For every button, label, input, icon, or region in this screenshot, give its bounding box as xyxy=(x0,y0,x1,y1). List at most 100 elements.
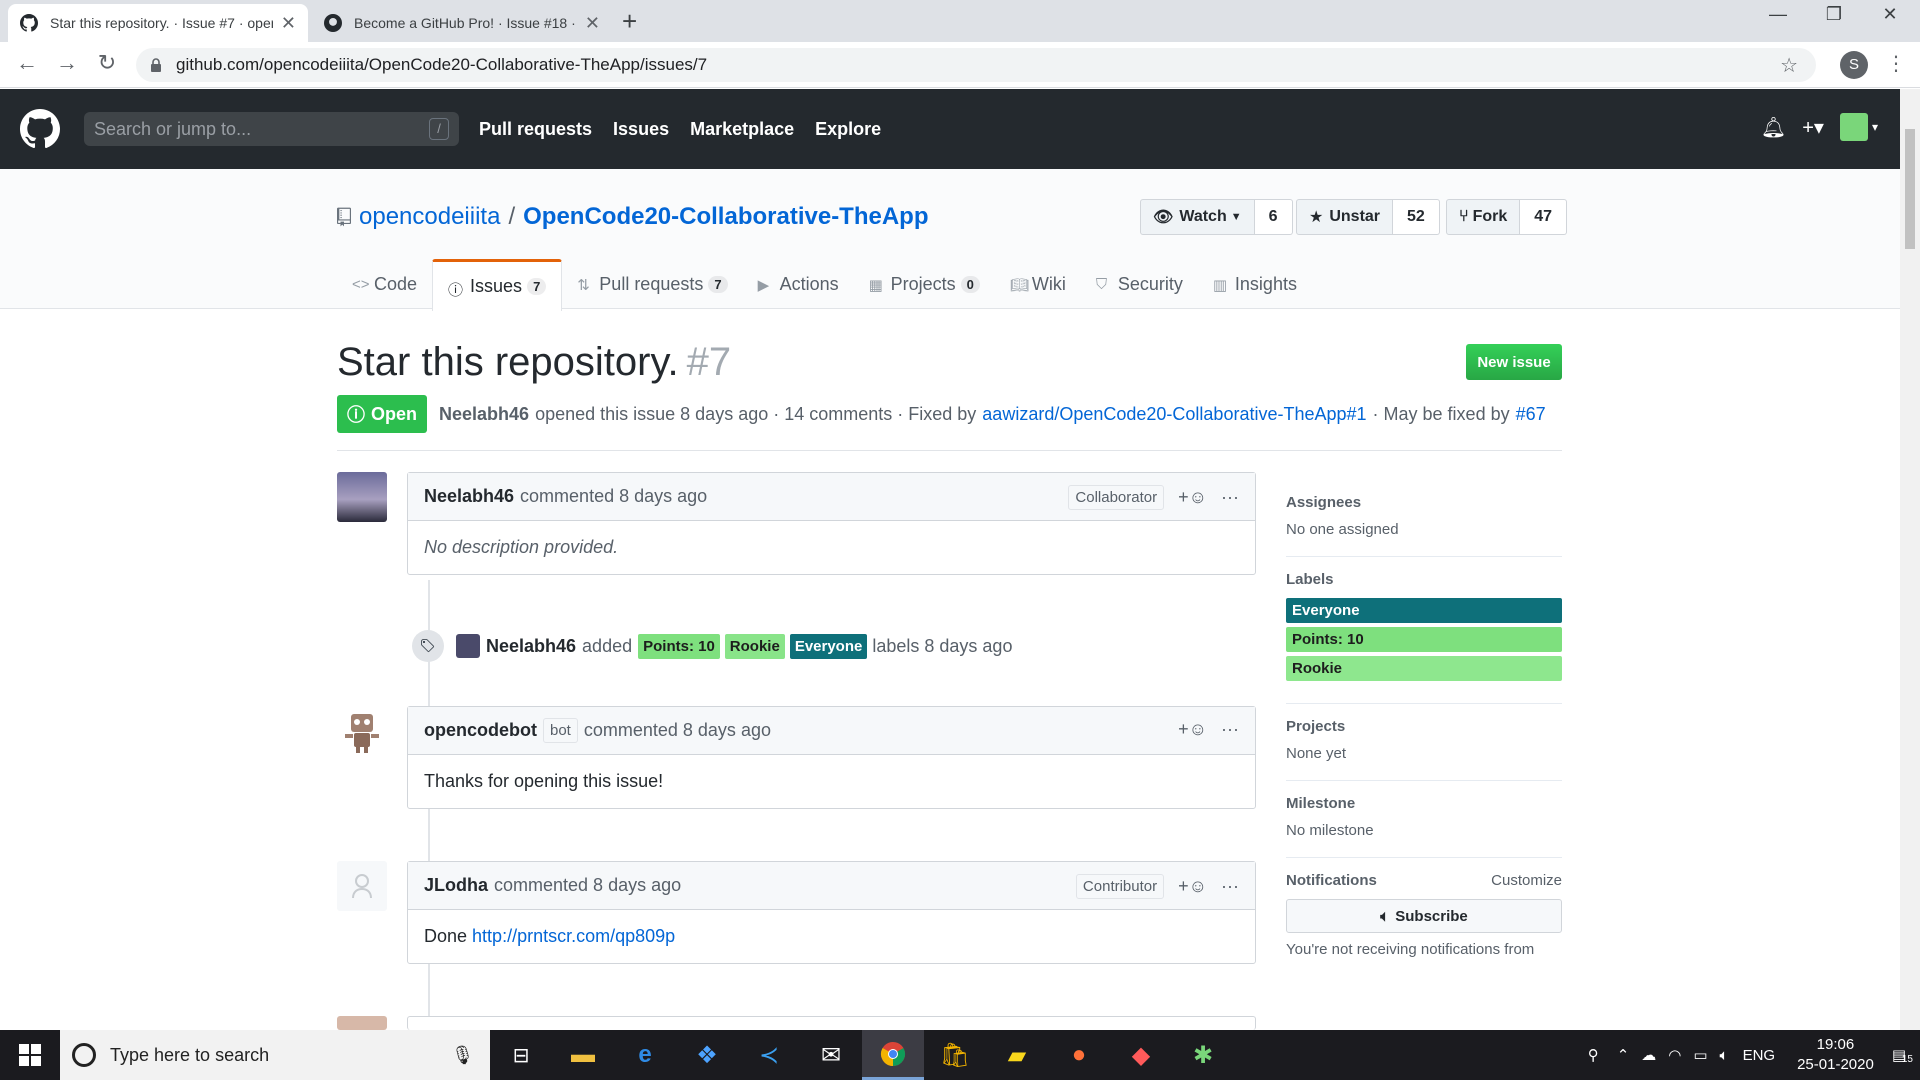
more-options-icon[interactable]: ··· xyxy=(1221,876,1239,897)
add-reaction-icon[interactable]: +☺ xyxy=(1178,719,1207,740)
comment-author[interactable]: JLodha xyxy=(424,875,488,896)
comment-timestamp[interactable]: commented 8 days ago xyxy=(584,720,771,741)
tab-pull-requests[interactable]: ⇅ Pull requests 7 xyxy=(562,259,742,309)
maybe-fixed-link[interactable]: #67 xyxy=(1516,404,1546,425)
plus-dropdown-icon[interactable]: +▾ xyxy=(1802,115,1824,140)
watch-button[interactable]: 👁︎ Watch ▼ xyxy=(1140,199,1255,235)
sidebar-heading[interactable]: Projects xyxy=(1286,718,1562,735)
sidebar-heading[interactable]: Assignees xyxy=(1286,494,1562,511)
new-issue-button[interactable]: New issue xyxy=(1466,344,1562,380)
page-scrollbar[interactable] xyxy=(1900,89,1920,1030)
label-everyone[interactable]: Everyone xyxy=(789,633,868,659)
star-count[interactable]: 52 xyxy=(1393,199,1440,235)
nav-issues[interactable]: Issues xyxy=(613,119,669,140)
customize-link[interactable]: Customize xyxy=(1491,872,1562,889)
mail-icon[interactable]: ✉ xyxy=(800,1030,862,1080)
tab-insights[interactable]: ▥ Insights xyxy=(1198,259,1312,309)
repo-name-link[interactable]: OpenCode20-Collaborative-TheApp xyxy=(523,203,928,231)
subscribe-button[interactable]: 🔈︎ Subscribe xyxy=(1286,899,1562,933)
more-options-icon[interactable]: ··· xyxy=(1221,487,1239,508)
close-window-icon[interactable]: ✕ xyxy=(1860,4,1920,25)
volume-icon[interactable]: 🔈︎ xyxy=(1720,1047,1729,1064)
tab-code[interactable]: <> Code xyxy=(337,259,432,309)
avatar[interactable] xyxy=(337,472,387,522)
onedrive-icon[interactable]: ☁ xyxy=(1641,1046,1656,1064)
nav-explore[interactable]: Explore xyxy=(815,119,881,140)
clock[interactable]: 19:06 25-01-2020 xyxy=(1797,1035,1874,1075)
sidebar-heading[interactable]: Milestone xyxy=(1286,795,1562,812)
task-view-icon[interactable]: ⊟ xyxy=(490,1030,552,1080)
forward-icon[interactable]: → xyxy=(52,50,82,76)
new-tab-icon[interactable]: + xyxy=(622,8,637,34)
slack-icon[interactable]: ✱ xyxy=(1172,1030,1234,1080)
vscode-icon[interactable]: ≺ xyxy=(738,1030,800,1080)
close-tab-icon[interactable]: ✕ xyxy=(585,13,600,34)
windows-start-icon[interactable] xyxy=(0,1030,60,1080)
comment-author[interactable]: opencodebot xyxy=(424,720,537,741)
chrome-icon[interactable] xyxy=(862,1030,924,1080)
fork-button[interactable]: ⑂ Fork xyxy=(1446,199,1521,235)
add-reaction-icon[interactable]: +☺ xyxy=(1178,876,1207,897)
label-rookie[interactable]: Rookie xyxy=(724,633,785,659)
close-tab-icon[interactable]: ✕ xyxy=(281,13,296,34)
browser-tab[interactable]: Become a GitHub Pro! · Issue #18 · openc… xyxy=(312,4,612,42)
event-actor[interactable]: Neelabh46 xyxy=(486,636,576,657)
people-icon[interactable]: ⚲ xyxy=(1588,1046,1599,1064)
sticky-notes-icon[interactable]: ▰ xyxy=(986,1030,1048,1080)
reload-icon[interactable]: ↻ xyxy=(92,50,122,76)
sidebar-label-everyone[interactable]: Everyone xyxy=(1286,598,1562,623)
taskbar-search-input[interactable]: Type here to search 🎙︎ xyxy=(60,1030,490,1080)
language-indicator[interactable]: ENG xyxy=(1743,1047,1776,1064)
firefox-icon[interactable]: ● xyxy=(1048,1030,1110,1080)
avatar[interactable] xyxy=(337,1016,387,1030)
tab-security[interactable]: ⛉ Security xyxy=(1081,259,1198,309)
actor-avatar[interactable] xyxy=(456,634,480,658)
comment-author[interactable]: Neelabh46 xyxy=(424,486,514,507)
fixed-by-link[interactable]: aawizard/OpenCode20-Collaborative-TheApp… xyxy=(982,404,1366,425)
restore-icon[interactable]: ❐ xyxy=(1804,4,1864,25)
dropbox-icon[interactable]: ❖ xyxy=(676,1030,738,1080)
label-points[interactable]: Points: 10 xyxy=(638,633,720,659)
sidebar-label-points[interactable]: Points: 10 xyxy=(1286,627,1562,652)
nav-pull-requests[interactable]: Pull requests xyxy=(479,119,592,140)
comment-timestamp[interactable]: commented 8 days ago xyxy=(520,486,707,507)
add-reaction-icon[interactable]: +☺ xyxy=(1178,487,1207,508)
avatar[interactable] xyxy=(337,861,387,911)
repo-owner-link[interactable]: opencodeiiita xyxy=(359,203,500,231)
tab-wiki[interactable]: 📖︎ Wiki xyxy=(995,259,1081,309)
browser-menu-icon[interactable]: ⋮ xyxy=(1886,51,1906,76)
git-kraken-icon[interactable]: ◆ xyxy=(1110,1030,1172,1080)
sidebar-heading[interactable]: Labels xyxy=(1286,571,1562,588)
file-explorer-icon[interactable]: ▬ xyxy=(552,1030,614,1080)
unstar-button[interactable]: ★ Unstar xyxy=(1296,199,1394,235)
fork-count[interactable]: 47 xyxy=(1520,199,1568,235)
chevron-up-icon[interactable]: ⌃ xyxy=(1617,1046,1630,1064)
tab-projects[interactable]: ▦ Projects 0 xyxy=(854,259,995,309)
github-logo-icon[interactable] xyxy=(20,109,60,149)
watch-count[interactable]: 6 xyxy=(1254,199,1293,235)
store-icon[interactable]: 🛍︎ xyxy=(924,1030,986,1080)
address-bar[interactable]: github.com/opencodeiiita/OpenCode20-Coll… xyxy=(136,48,1816,82)
sidebar-label-rookie[interactable]: Rookie xyxy=(1286,656,1562,681)
edge-icon[interactable]: e xyxy=(614,1030,676,1080)
minimize-icon[interactable]: — xyxy=(1748,4,1808,25)
avatar[interactable] xyxy=(337,706,387,756)
comment-link[interactable]: http://prntscr.com/qp809p xyxy=(472,926,675,946)
bell-icon[interactable]: 🔔︎ xyxy=(1761,115,1786,140)
back-icon[interactable]: ← xyxy=(12,50,42,76)
browser-tab-active[interactable]: Star this repository. · Issue #7 · openc… xyxy=(8,4,308,42)
github-search-input[interactable]: Search or jump to... / xyxy=(84,112,459,146)
user-menu[interactable]: ▾ xyxy=(1839,113,1878,141)
tab-issues[interactable]: ⓘ Issues 7 xyxy=(432,259,563,311)
battery-icon[interactable]: ▭ xyxy=(1693,1046,1707,1064)
scrollbar-thumb[interactable] xyxy=(1905,129,1915,249)
profile-avatar[interactable]: S xyxy=(1840,51,1868,79)
wifi-icon[interactable]: ◠ xyxy=(1668,1046,1681,1064)
nav-marketplace[interactable]: Marketplace xyxy=(690,119,794,140)
bookmark-star-icon[interactable]: ☆ xyxy=(1780,53,1798,78)
microphone-icon[interactable]: 🎙︎ xyxy=(451,1045,474,1066)
action-center-icon[interactable]: ▤ 15 xyxy=(1892,1046,1913,1065)
issue-author-link[interactable]: Neelabh46 xyxy=(439,404,529,425)
tab-actions[interactable]: ▶ Actions xyxy=(743,259,854,309)
more-options-icon[interactable]: ··· xyxy=(1221,719,1239,740)
